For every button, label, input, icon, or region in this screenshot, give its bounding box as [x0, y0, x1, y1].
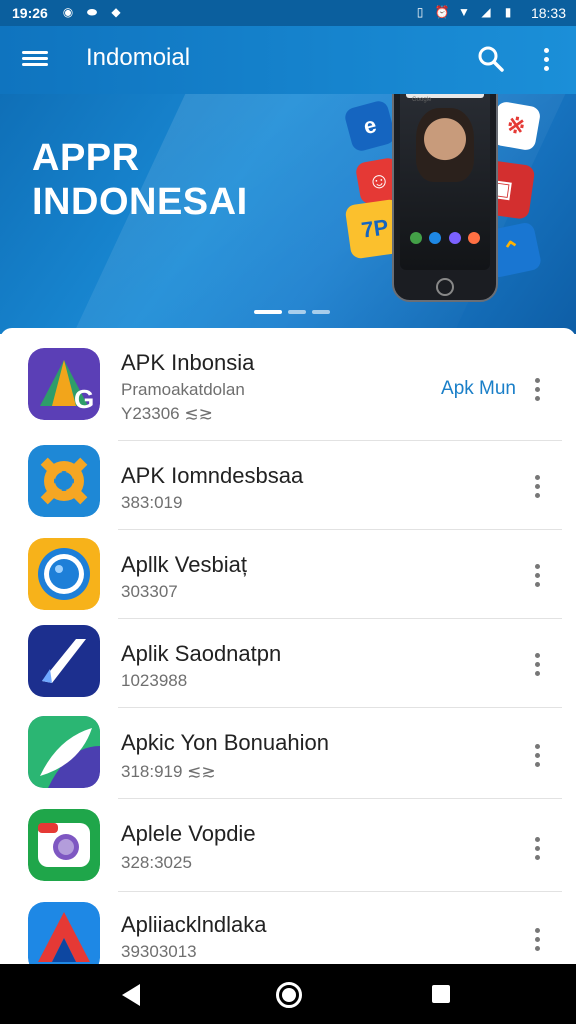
overflow-icon[interactable] — [532, 740, 542, 770]
overflow-icon[interactable] — [532, 471, 542, 501]
search-icon[interactable] — [476, 44, 506, 74]
hero-line-2: INDONESAI — [32, 181, 248, 223]
triangle-g-icon: G — [28, 348, 100, 420]
app-name: Apliiacklndlaka — [121, 912, 267, 937]
vibrate-icon: ▯ — [416, 5, 424, 19]
carousel-indicator — [254, 310, 330, 314]
clock-icon: ◉ — [62, 5, 74, 19]
app-action-link[interactable]: Apk Mun — [441, 378, 516, 400]
overflow-icon[interactable] — [532, 924, 542, 954]
app-name: Apkic Yon Bonuahion — [121, 730, 329, 755]
list-item[interactable]: Apkic Yon Bonuahion 318:919 ≲≳ — [0, 708, 576, 799]
camera-lens-icon — [28, 538, 100, 610]
hero-banner[interactable]: APPR INDONESAI e ☺ 7P ※ ▣ ⌃ Google — [0, 94, 576, 334]
leaf-notif-icon: ⬬ — [86, 4, 98, 19]
overflow-icon[interactable] — [532, 374, 542, 404]
hero-headline: APPR INDONESAI — [32, 136, 248, 224]
app-name: Aplik Saodnatpn — [121, 641, 282, 666]
checkmark-icon — [28, 625, 100, 697]
overflow-icon[interactable] — [532, 560, 542, 590]
app-meta: Y23306 ≲≳ — [121, 404, 213, 423]
app-bar: Indomoial — [0, 26, 576, 94]
list-item[interactable]: G APK Inbonsia Pramoakatdolan Y23306 ≲≳ … — [0, 328, 576, 441]
app-name: APK Iomndesbsaa — [121, 463, 304, 488]
recent-apps-icon[interactable] — [432, 985, 450, 1003]
menu-icon[interactable] — [22, 48, 48, 70]
app-subtitle: 39303013 — [121, 942, 197, 961]
status-time-left: 19:26 — [12, 5, 48, 21]
list-item[interactable]: Aplik Saodnatpn 1023988 — [0, 619, 576, 708]
status-bar: 19:26 ◉ ⬬ ◆ ▯ ⏰ ▼ ◢ ▮ 18:33 — [0, 0, 576, 26]
phone-illustration: Google — [392, 94, 498, 302]
app-title: Indomoial — [86, 44, 191, 71]
phone-person-photo — [416, 108, 474, 182]
system-nav-bar — [0, 964, 576, 1024]
app-subtitle: 328:3025 — [121, 853, 192, 872]
signal-icon: ◢ — [481, 5, 491, 19]
app-subtitle: Pramoakatdolan — [121, 380, 245, 399]
battery-icon: ▮ — [504, 5, 512, 19]
status-time-right: 18:33 — [530, 5, 566, 21]
arrow-up-icon — [28, 902, 100, 964]
status-notification-icons: ◉ ⬬ ◆ — [60, 4, 124, 20]
app-name: APK Inbonsia — [121, 350, 255, 375]
hero-line-1: APPR — [32, 137, 140, 179]
status-system-icons: ▯ ⏰ ▼ ◢ ▮ — [412, 4, 516, 20]
app-subtitle: 318:919 ≲≳ — [121, 762, 216, 781]
alarm-icon: ⏰ — [434, 5, 450, 19]
overflow-icon[interactable] — [532, 649, 542, 679]
svg-text:G: G — [74, 384, 94, 414]
float-app-icon-4: ※ — [490, 100, 542, 152]
list-item[interactable]: APK Iomndesbsaa 383:019 — [0, 441, 576, 530]
app-subtitle: 303307 — [121, 582, 178, 601]
phone-search-bar: Google — [406, 94, 484, 103]
app-name: Apllk Vesbiaț — [121, 552, 247, 577]
leaf-icon — [28, 716, 100, 788]
overflow-icon[interactable] — [532, 833, 542, 863]
app-name: Aplele Vopdie — [121, 821, 256, 846]
list-item[interactable]: Apliiacklndlaka 39303013 — [0, 892, 576, 964]
home-icon[interactable] — [276, 982, 302, 1008]
app-subtitle: 1023988 — [121, 671, 188, 690]
back-icon[interactable] — [122, 984, 140, 1006]
app-subtitle: 383:019 — [121, 493, 183, 512]
list-item[interactable]: Apllk Vesbiaț 303307 — [0, 530, 576, 619]
list-item[interactable]: Aplele Vopdie 328:3025 — [0, 799, 576, 892]
more-options-icon[interactable] — [536, 44, 556, 74]
shield-notif-icon: ◆ — [111, 5, 121, 19]
wifi-icon: ▼ — [458, 5, 470, 19]
gear-icon — [28, 445, 100, 517]
photo-camera-icon — [28, 809, 100, 881]
app-list: G APK Inbonsia Pramoakatdolan Y23306 ≲≳ … — [0, 328, 576, 964]
